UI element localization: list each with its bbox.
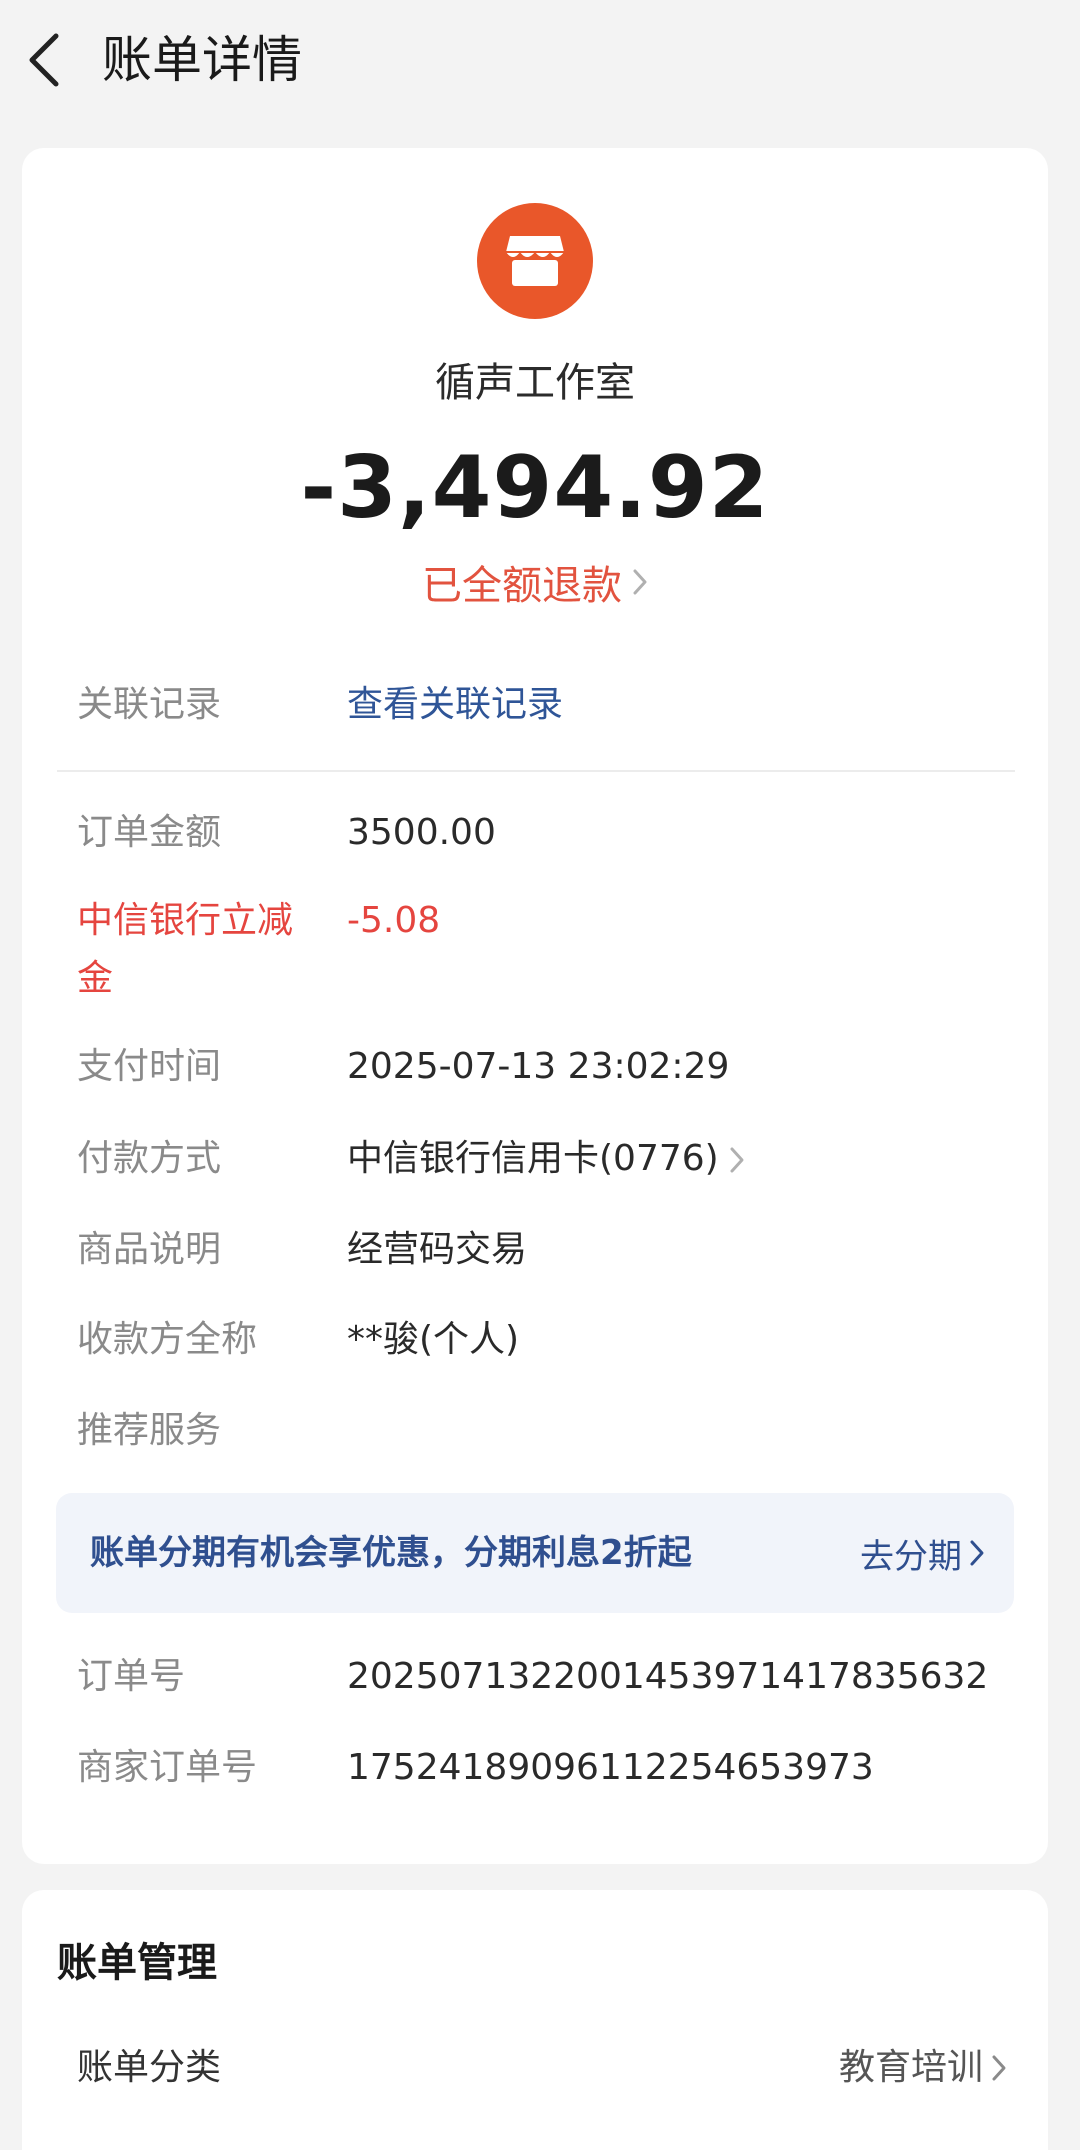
detail-value: 经营码交易 [347, 1229, 528, 1270]
chevron-right-icon [633, 569, 647, 595]
chevron-right-icon [992, 2055, 1006, 2081]
bill-category-row[interactable]: 账单分类 教育培训 [57, 2038, 1037, 2098]
merchant-order-number-value: 17524189096112254653973 [347, 1747, 874, 1788]
bill-detail-card: 循声工作室 -3,494.92 已全额退款 关联记录 查看关联记录 订单金额 3… [22, 148, 1048, 1864]
chevron-right-icon [730, 1147, 744, 1173]
detail-label: 推荐服务 [77, 1410, 222, 1451]
go-installment-button[interactable]: 去分期 [860, 1493, 986, 1613]
view-related-records-link[interactable]: 查看关联记录 [347, 676, 563, 734]
page-title: 账单详情 [102, 31, 302, 89]
detail-value: -5.08 [347, 900, 441, 941]
detail-label: 收款方全称 [77, 1319, 258, 1360]
chevron-right-icon [970, 1540, 984, 1566]
chevron-left-icon [29, 33, 59, 87]
detail-label: 订单金额 [77, 812, 222, 853]
detail-value: 中信银行信用卡(0776) [347, 1138, 719, 1179]
store-icon [477, 203, 593, 319]
section-title: 账单管理 [57, 1940, 217, 1986]
back-button[interactable] [20, 28, 68, 92]
promo-action-label: 去分期 [860, 1536, 962, 1577]
divider [57, 770, 1015, 772]
detail-label: 商品说明 [77, 1229, 222, 1270]
detail-value: 3500.00 [347, 812, 496, 853]
bill-management-card: 账单管理 账单分类 教育培训 [22, 1890, 1048, 2150]
detail-label: 中信银行立减金 [77, 900, 294, 999]
detail-label: 付款方式 [77, 1138, 222, 1179]
order-number-value: 2025071322001453971417835632 [347, 1656, 989, 1697]
bill-category-value[interactable]: 教育培训 [839, 2038, 1007, 2098]
detail-label: 支付时间 [77, 1046, 222, 1087]
promo-text: 账单分期有机会享优惠，分期利息2折起 [90, 1533, 692, 1573]
detail-row-bank-discount: 中信银行立减金 -5.08 [57, 892, 1017, 1008]
payment-method-value[interactable]: 中信银行信用卡(0776) [347, 1130, 745, 1188]
bill-category-label: 账单分类 [77, 2047, 222, 2088]
bill-category-text: 教育培训 [838, 2047, 983, 2088]
detail-value: **骏(个人) [347, 1319, 520, 1360]
detail-label: 订单号 [77, 1656, 186, 1697]
top-bar: 账单详情 [0, 0, 1080, 120]
transaction-amount: -3,494.92 [300, 438, 770, 538]
detail-label: 商家订单号 [77, 1747, 258, 1788]
detail-label: 关联记录 [77, 684, 222, 725]
refund-status-link[interactable]: 已全额退款 [22, 553, 1048, 611]
refund-status-text: 已全额退款 [422, 563, 622, 609]
detail-value: 2025-07-13 23:02:29 [347, 1046, 730, 1087]
installment-promo-banner[interactable]: 账单分期有机会享优惠，分期利息2折起 去分期 [56, 1493, 1014, 1613]
merchant-name: 循声工作室 [435, 360, 635, 406]
